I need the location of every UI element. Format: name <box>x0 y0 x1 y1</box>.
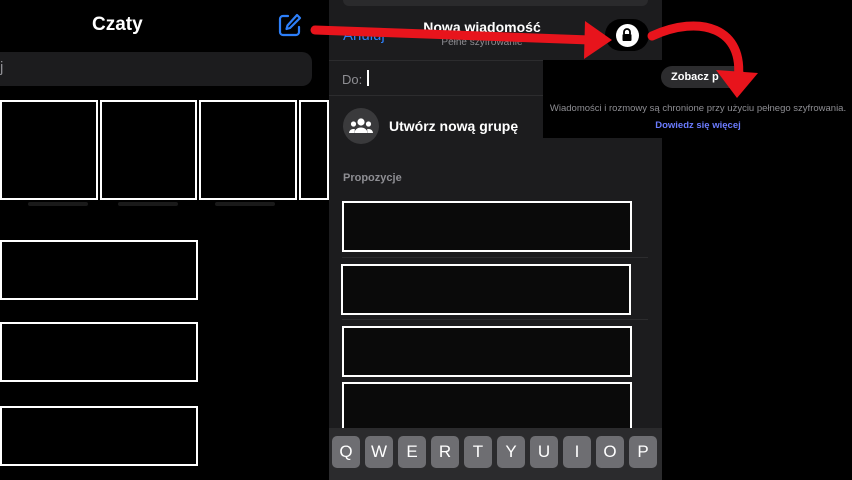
create-group-button[interactable]: Utwórz nową grupę <box>389 118 518 134</box>
chat-row[interactable] <box>0 322 198 382</box>
divider <box>342 319 648 320</box>
chat-row[interactable] <box>0 240 198 300</box>
story-tile[interactable] <box>199 100 297 200</box>
key-w[interactable]: W <box>365 436 393 468</box>
divider <box>342 257 648 258</box>
sheet-title: Nowa wiadomość <box>423 19 541 35</box>
chats-title: Czaty <box>92 14 143 35</box>
key-r[interactable]: R <box>431 436 459 468</box>
key-i[interactable]: I <box>563 436 591 468</box>
key-t[interactable]: T <box>464 436 492 468</box>
sheet-subtitle: Pełne szyfrowanie <box>441 37 523 48</box>
suggestion-row[interactable] <box>342 326 632 377</box>
sheet-handle <box>343 0 648 6</box>
encryption-message-text: Wiadomości i rozmowy są chronione przy u… <box>549 103 847 114</box>
compose-icon[interactable] <box>277 12 303 38</box>
keyboard: Q W E R T Y U I O P <box>329 428 662 480</box>
encryption-message: Wiadomości i rozmowy są chronione przy u… <box>549 100 847 134</box>
suggestion-row[interactable] <box>341 264 631 315</box>
see-more-button[interactable]: Zobacz p <box>661 66 745 88</box>
to-label: Do: <box>342 72 363 87</box>
group-icon[interactable] <box>343 108 379 144</box>
learn-more-link[interactable]: Dowiedz się więcej <box>655 120 741 131</box>
suggestions-heading: Propozycje <box>343 172 402 184</box>
story-tile[interactable] <box>299 100 329 200</box>
story-label-placeholder <box>215 202 275 206</box>
search-text: j <box>0 59 4 76</box>
chat-row[interactable] <box>0 406 198 466</box>
key-y[interactable]: Y <box>497 436 525 468</box>
key-e[interactable]: E <box>398 436 426 468</box>
lock-icon <box>615 23 639 47</box>
story-label-placeholder <box>118 202 178 206</box>
suggestion-row[interactable] <box>342 201 632 252</box>
suggestion-row[interactable] <box>342 382 632 433</box>
encryption-info-panel: Zobacz p Wiadomości i rozmowy są chronio… <box>543 60 852 138</box>
key-u[interactable]: U <box>530 436 558 468</box>
story-tile[interactable] <box>0 100 98 200</box>
key-p[interactable]: P <box>629 436 657 468</box>
story-tile[interactable] <box>100 100 197 200</box>
story-label-placeholder <box>28 202 88 206</box>
key-q[interactable]: Q <box>332 436 360 468</box>
text-cursor <box>367 70 369 86</box>
search-input[interactable]: j <box>0 52 312 86</box>
key-o[interactable]: O <box>596 436 624 468</box>
encryption-button[interactable] <box>605 19 649 51</box>
